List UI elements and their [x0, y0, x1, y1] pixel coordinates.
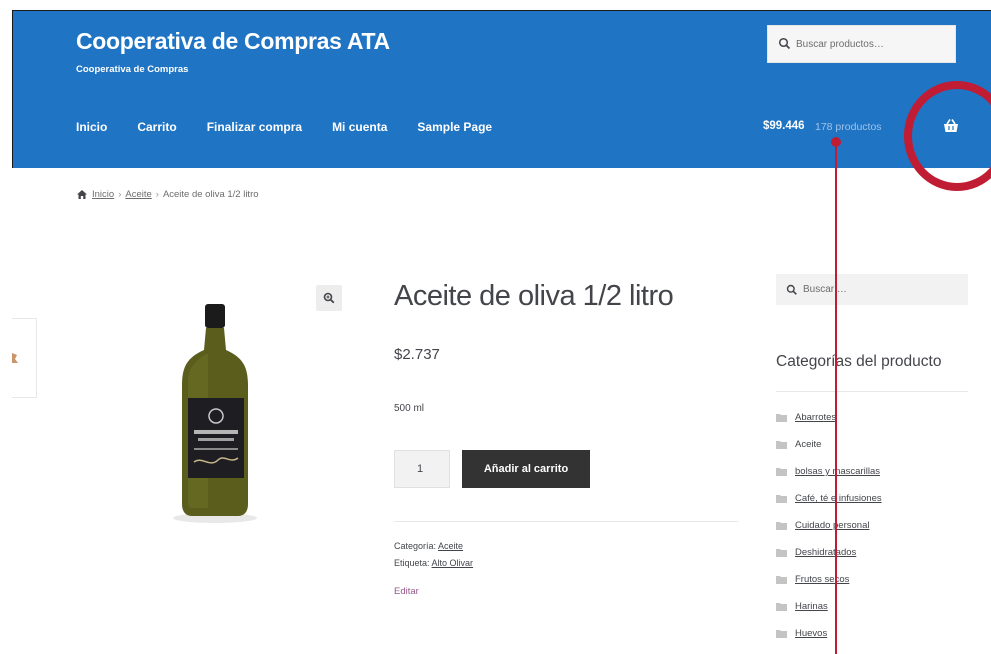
folder-icon: [776, 494, 787, 503]
search-placeholder: Buscar productos…: [796, 38, 884, 50]
widget-divider: [776, 391, 968, 392]
sidebar-search-placeholder: Buscar …: [803, 284, 847, 295]
side-handheld-tab[interactable]: [12, 318, 37, 398]
product-meta: Categoría: Aceite Etiqueta: Alto Olivar: [394, 538, 473, 572]
product-price: $2.737: [394, 346, 440, 363]
nav-item-sample-page[interactable]: Sample Page: [417, 120, 492, 134]
nav-item-mi-cuenta[interactable]: Mi cuenta: [332, 120, 387, 134]
category-label: Categoría:: [394, 541, 437, 551]
category-item-cuidado-personal[interactable]: Cuidado personal: [776, 512, 882, 539]
cart-count[interactable]: 178 productos: [815, 121, 882, 133]
tag-label: Etiqueta:: [394, 558, 430, 568]
tag-link[interactable]: Alto Olivar: [432, 558, 474, 568]
site-title[interactable]: Cooperativa de Compras ATA: [76, 28, 390, 55]
zoom-icon[interactable]: [316, 285, 342, 311]
site-description: Cooperativa de Compras: [76, 64, 189, 75]
breadcrumb-separator: ›: [118, 189, 122, 200]
quantity-input[interactable]: 1: [394, 450, 450, 488]
category-item-frutos-secos[interactable]: Frutos secos: [776, 566, 882, 593]
home-icon[interactable]: [76, 189, 88, 200]
category-link-deshidratados[interactable]: Deshidratados: [795, 547, 856, 558]
category-link-bolsas[interactable]: bolsas y mascarillas: [795, 466, 880, 477]
category-link-frutos-secos[interactable]: Frutos secos: [795, 574, 849, 585]
primary-nav: Inicio Carrito Finalizar compra Mi cuent…: [76, 120, 522, 134]
annotation-pointer-line: [835, 141, 837, 654]
search-icon: [786, 284, 798, 296]
sidebar-search-input[interactable]: Buscar …: [776, 274, 968, 305]
product-short-description: 500 ml: [394, 403, 425, 414]
nav-item-inicio[interactable]: Inicio: [76, 120, 107, 134]
breadcrumb-category[interactable]: Aceite: [125, 189, 151, 200]
category-link-harinas[interactable]: Harinas: [795, 601, 828, 612]
folder-icon: [776, 440, 787, 449]
category-item-harinas[interactable]: Harinas: [776, 593, 882, 620]
category-link-abarrotes[interactable]: Abarrotes: [795, 412, 836, 423]
annotation-pointer-dot: [831, 137, 841, 147]
category-link[interactable]: Aceite: [438, 541, 463, 551]
widget-title: Categorías del producto: [776, 353, 942, 370]
category-list: Abarrotes Aceite bolsas y mascarillas Ca…: [776, 404, 882, 647]
add-to-cart-button[interactable]: Añadir al carrito: [462, 450, 590, 488]
folder-icon: [776, 467, 787, 476]
category-link-cuidado-personal[interactable]: Cuidado personal: [795, 520, 869, 531]
breadcrumb: Inicio › Aceite › Aceite de oliva 1/2 li…: [76, 189, 259, 200]
nav-item-finalizar-compra[interactable]: Finalizar compra: [207, 120, 302, 134]
tab-marker-icon: [12, 351, 19, 365]
category-item-deshidratados[interactable]: Deshidratados: [776, 539, 882, 566]
cart-total[interactable]: $99.446: [763, 120, 805, 132]
product-category-row: Categoría: Aceite: [394, 538, 473, 555]
category-link-huevos[interactable]: Huevos: [795, 628, 827, 639]
edit-link[interactable]: Editar: [394, 586, 419, 597]
product-title: Aceite de oliva 1/2 litro: [394, 280, 674, 312]
category-item-huevos[interactable]: Huevos: [776, 620, 882, 647]
breadcrumb-home[interactable]: Inicio: [92, 189, 114, 200]
folder-icon: [776, 602, 787, 611]
folder-icon: [776, 521, 787, 530]
product-divider: [394, 521, 738, 522]
category-item-cafe[interactable]: Café, té e infusiones: [776, 485, 882, 512]
category-link-aceite[interactable]: Aceite: [795, 439, 821, 450]
product-image[interactable]: [160, 298, 270, 528]
category-item-abarrotes[interactable]: Abarrotes: [776, 404, 882, 431]
folder-icon: [776, 413, 787, 422]
category-item-aceite[interactable]: Aceite: [776, 431, 882, 458]
folder-icon: [776, 575, 787, 584]
folder-icon: [776, 629, 787, 638]
folder-icon: [776, 548, 787, 557]
product-tag-row: Etiqueta: Alto Olivar: [394, 555, 473, 572]
category-item-bolsas[interactable]: bolsas y mascarillas: [776, 458, 882, 485]
product-search-input[interactable]: Buscar productos…: [767, 25, 956, 63]
breadcrumb-current: Aceite de oliva 1/2 litro: [162, 189, 259, 200]
breadcrumb-separator: ›: [155, 189, 159, 200]
category-link-cafe[interactable]: Café, té e infusiones: [795, 493, 882, 504]
search-icon: [778, 37, 792, 51]
nav-item-carrito[interactable]: Carrito: [137, 120, 176, 134]
